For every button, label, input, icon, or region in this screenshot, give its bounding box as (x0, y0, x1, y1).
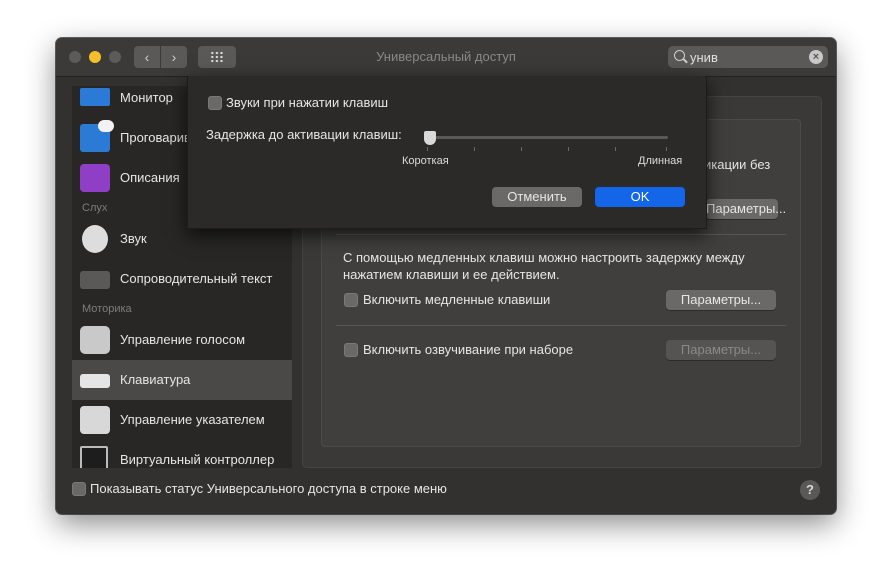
show-status-checkbox[interactable] (72, 482, 86, 496)
speech-bubble-icon (80, 120, 114, 152)
slider-thumb[interactable] (424, 131, 436, 145)
slider-tick (427, 147, 428, 151)
clear-search-icon[interactable]: × (809, 50, 823, 64)
typing-feedback-label: Включить озвучивание при наборе (363, 342, 574, 357)
captions-icon (80, 164, 110, 192)
slider-max-label: Длинная (638, 155, 683, 167)
keyboard-captions-icon (80, 271, 110, 289)
sidebar-item-label: Описания (120, 170, 180, 185)
acceptance-delay-slider[interactable] (424, 136, 668, 139)
keyboard-options-sheet: Звуки при нажатии клавиш Задержка до акт… (187, 76, 707, 229)
pointer-control-icon (80, 406, 110, 434)
slider-tick (615, 147, 616, 151)
keyboard-icon (80, 374, 110, 388)
sidebar-item-label: Клавиатура (120, 372, 191, 387)
keypress-sounds-checkbox[interactable] (208, 96, 222, 110)
sidebar-item-label: Монитор (120, 90, 173, 105)
slider-tick (568, 147, 569, 151)
sidebar-item-captions[interactable]: Сопроводительный текст (72, 259, 292, 299)
typing-feedback-checkbox[interactable] (344, 343, 358, 357)
switch-control-icon (80, 446, 108, 468)
delay-label: Задержка до активации клавиш: (206, 127, 402, 142)
cancel-button[interactable]: Отменить (492, 187, 582, 207)
section-header-motor: Моторика (82, 303, 132, 315)
divider (336, 234, 786, 235)
search-input[interactable] (690, 48, 800, 66)
sticky-keys-options-button[interactable]: Параметры... (706, 199, 786, 219)
sidebar-item-switch-control[interactable]: Виртуальный контроллер (72, 440, 292, 468)
sidebar-item-label: Звук (120, 231, 147, 246)
sidebar-item-pointer-control[interactable]: Управление указателем (72, 400, 292, 440)
voice-control-icon (80, 326, 110, 354)
slow-keys-description-line2: нажатием клавиши и ее действием. (343, 267, 560, 282)
typing-feedback-options-button[interactable]: Параметры... (666, 340, 776, 360)
truncated-description: икации без (704, 157, 771, 172)
slider-tick (474, 147, 475, 151)
slow-keys-description-line1: С помощью медленных клавиш можно настрои… (343, 250, 745, 265)
help-button[interactable]: ? (800, 480, 820, 500)
sidebar-item-label: Управление голосом (120, 332, 246, 347)
keypress-sounds-label: Звуки при нажатии клавиш (226, 95, 389, 110)
sidebar-item-label: Сопроводительный текст (120, 271, 273, 286)
search-icon (674, 50, 685, 61)
sidebar-item-voice-control[interactable]: Управление голосом (72, 320, 292, 360)
show-status-label: Показывать статус Универсального доступа… (90, 481, 447, 496)
slow-keys-options-button[interactable]: Параметры... (666, 290, 776, 310)
slider-tick (666, 147, 667, 151)
sidebar-item-keyboard[interactable]: Клавиатура (72, 360, 292, 400)
sidebar-item-label: Управление указателем (120, 412, 265, 427)
sidebar-item-label: Виртуальный контроллер (120, 452, 275, 467)
slider-tick (521, 147, 522, 151)
search-field[interactable]: × (668, 46, 828, 68)
slow-keys-checkbox[interactable] (344, 293, 358, 307)
title-bar: ‹ › Универсальный доступ × (56, 38, 836, 77)
section-header-hearing: Слух (82, 202, 108, 214)
ok-button[interactable]: OK (595, 187, 685, 207)
monitor-icon (80, 88, 110, 106)
divider (336, 325, 786, 326)
slider-min-label: Короткая (402, 155, 449, 167)
slow-keys-label: Включить медленные клавиши (363, 292, 551, 307)
speaker-icon (82, 225, 108, 253)
